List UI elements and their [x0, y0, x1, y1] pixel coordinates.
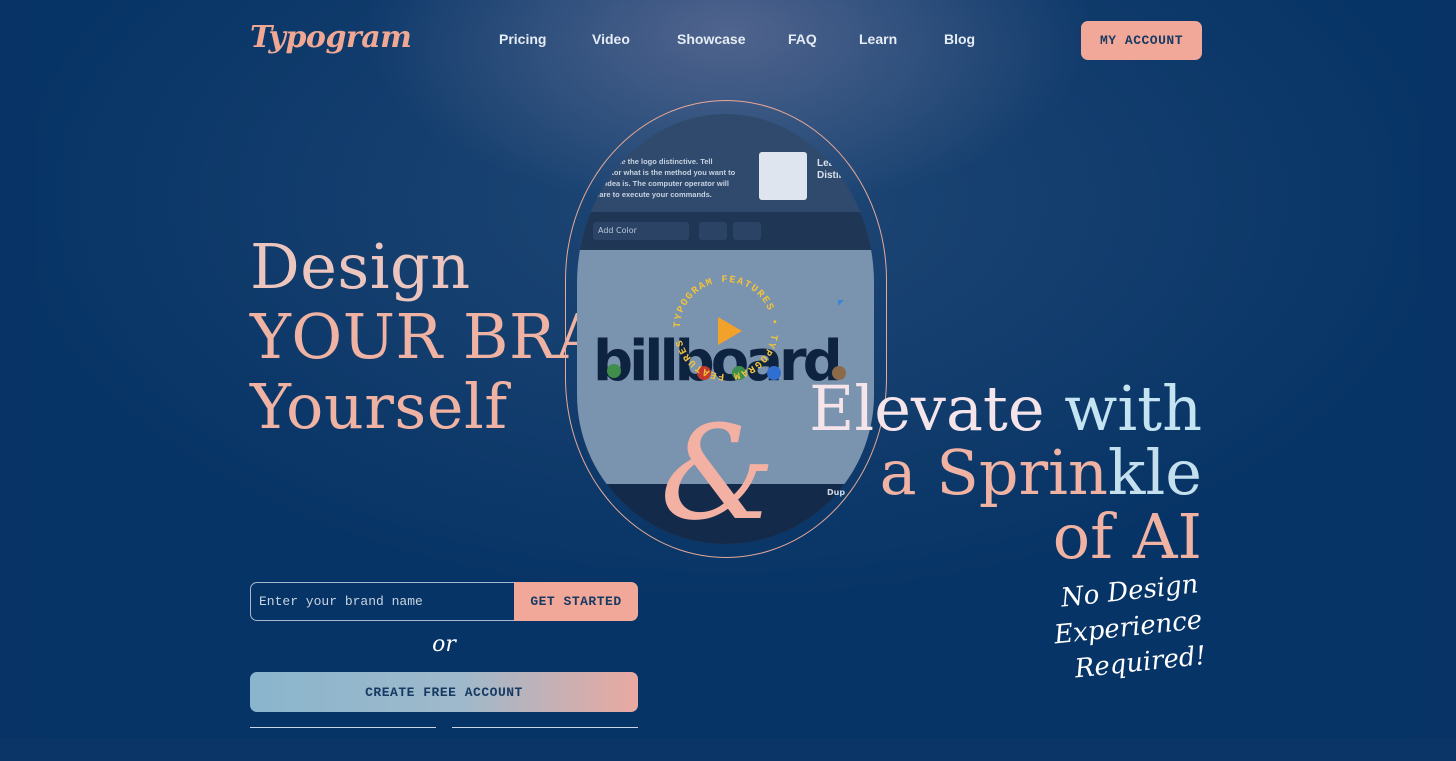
brand-name-input[interactable] [250, 582, 516, 621]
duplicate-label: Dup [827, 488, 846, 497]
page-bottom-strip [0, 738, 1456, 761]
headline-kle: kle [1107, 436, 1202, 509]
headline-of-ai: of AI [1052, 500, 1202, 573]
editor-toolbar: Add Color [577, 212, 874, 250]
headline-elevate-with: Elevate with [809, 376, 1202, 442]
headline-a-sprinkle: a Sprinkle [880, 440, 1202, 506]
tutorial-thumbnail [759, 152, 807, 200]
nav-showcase[interactable]: Showcase [677, 31, 745, 47]
nav-blog[interactable]: Blog [944, 31, 975, 47]
divider-left [250, 727, 436, 728]
typogram-logo[interactable]: Typogram [250, 20, 412, 55]
headline-a-sprin: a Sprin [879, 436, 1108, 509]
create-free-account-button[interactable]: CREATE FREE ACCOUNT [250, 672, 638, 712]
headline-elevate: Elevate [809, 372, 1065, 445]
tutorial-title: Lear Distin [817, 158, 845, 181]
my-account-button[interactable]: MY ACCOUNT [1081, 21, 1202, 60]
nav-faq[interactable]: FAQ [788, 31, 817, 47]
headline-yourself: Yourself [250, 370, 508, 443]
color-dot-green [607, 364, 621, 378]
get-started-button[interactable]: GET STARTED [514, 582, 638, 621]
play-icon[interactable] [718, 317, 742, 345]
fill-tool-icon [733, 222, 761, 240]
editor-description: a to make the logo distinctive. Tell ope… [591, 157, 736, 199]
headline-with: with [1064, 372, 1202, 445]
add-color-dropdown: Add Color [593, 222, 689, 240]
page-margin-right [1418, 0, 1456, 738]
or-separator: or [432, 632, 456, 657]
nav-pricing[interactable]: Pricing [499, 31, 546, 47]
ampersand-glyph: & [660, 397, 776, 549]
nav-learn[interactable]: Learn [859, 31, 897, 47]
headline-design: Design [250, 230, 471, 303]
nav-video[interactable]: Video [592, 31, 630, 47]
shape-tool-icon [699, 222, 727, 240]
divider-right [452, 727, 638, 728]
page-margin-left [0, 0, 38, 738]
cursor-icon [838, 300, 844, 306]
